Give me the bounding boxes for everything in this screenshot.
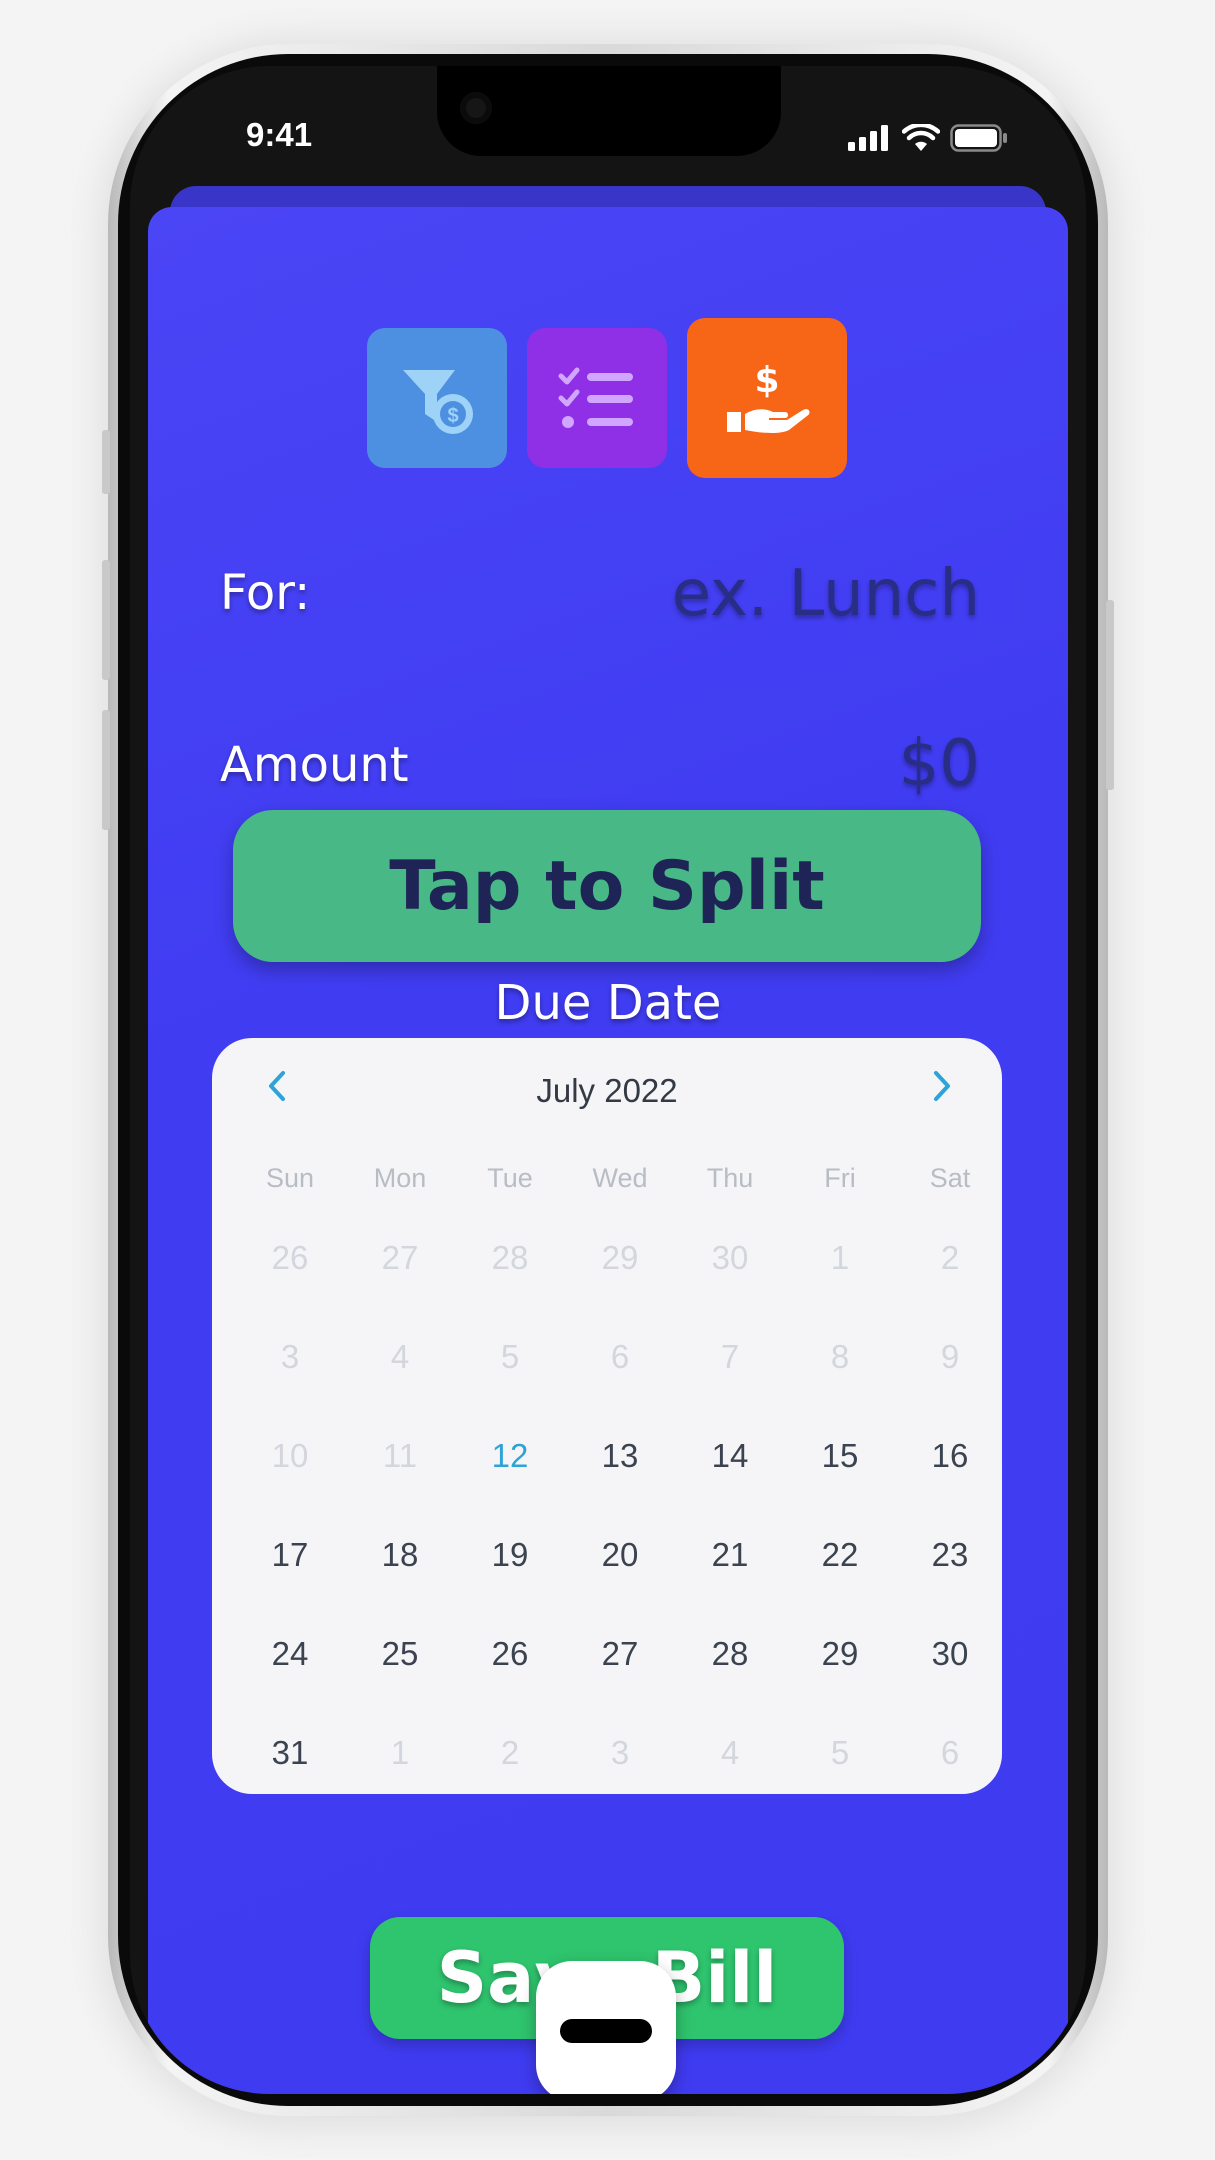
calendar-grid: Sun Mon Tue Wed Thu Fri Sat 26 27 28 29 30 1 2 3 4 5 6 7 8 9… (235, 1148, 1005, 1802)
calendar-day[interactable]: 10 (235, 1406, 345, 1505)
calendar-day[interactable]: 3 (235, 1307, 345, 1406)
hand-dollar-icon: $ (727, 360, 810, 433)
collapse-button[interactable] (536, 1961, 676, 2094)
amount-label: Amount (220, 737, 409, 793)
calendar-day[interactable]: 16 (895, 1406, 1005, 1505)
tab-pay[interactable]: $ (687, 318, 847, 478)
calendar-month-title: July 2022 (536, 1072, 678, 1109)
weekday-label: Sun (265, 1163, 315, 1193)
tab-checklist[interactable] (527, 328, 667, 468)
tab-filter-money[interactable]: $ (367, 328, 507, 468)
calendar-day[interactable]: 8 (785, 1307, 895, 1406)
for-input[interactable]: ex. Lunch (672, 557, 980, 631)
cellular-signal-icon (848, 125, 888, 151)
camera-icon (460, 92, 492, 124)
phone-screen: 9:41 $ $ For: ex. Lunch Amount $0 Tap to… (130, 66, 1086, 2094)
calendar-day[interactable]: 26 (235, 1208, 345, 1307)
calendar-day[interactable]: 4 (345, 1307, 455, 1406)
bill-form-screen: $ $ For: ex. Lunch Amount $0 Tap to Spli… (148, 207, 1068, 2094)
calendar-day[interactable]: 6 (565, 1307, 675, 1406)
calendar-day[interactable]: 17 (235, 1505, 345, 1604)
calendar-day[interactable]: 3 (565, 1703, 675, 1802)
calendar-day[interactable]: 29 (785, 1604, 895, 1703)
calendar-day[interactable]: 27 (345, 1208, 455, 1307)
due-date-calendar: July 2022 Sun Mon Tue Wed Thu Fri Sat 26 27 28 29 3… (212, 1038, 1002, 1794)
power-button (1106, 600, 1114, 790)
silent-switch (102, 430, 110, 494)
calendar-day[interactable]: 6 (895, 1703, 1005, 1802)
weekday-label: Mon (373, 1163, 427, 1193)
minus-icon (560, 2019, 652, 2043)
filter-money-icon: $ (403, 370, 473, 434)
checklist-icon (558, 367, 633, 428)
calendar-day[interactable]: 2 (895, 1208, 1005, 1307)
calendar-day[interactable]: 12 (455, 1406, 565, 1505)
status-time: 9:41 (246, 116, 313, 153)
weekday-label: Thu (706, 1163, 754, 1193)
calendar-day[interactable]: 1 (345, 1703, 455, 1802)
weekday-label: Tue (487, 1163, 533, 1193)
chevron-right-icon (934, 1071, 950, 1101)
calendar-day[interactable]: 13 (565, 1406, 675, 1505)
svg-text:$: $ (754, 360, 779, 401)
calendar-day[interactable]: 4 (675, 1703, 785, 1802)
for-label: For: (220, 565, 311, 621)
calendar-day[interactable]: 14 (675, 1406, 785, 1505)
svg-text:$: $ (447, 405, 458, 427)
calendar-day[interactable]: 2 (455, 1703, 565, 1802)
battery-icon (950, 124, 1007, 152)
next-month-button[interactable] (922, 1066, 962, 1106)
calendar-day[interactable]: 23 (895, 1505, 1005, 1604)
calendar-day[interactable]: 15 (785, 1406, 895, 1505)
calendar-day[interactable]: 7 (675, 1307, 785, 1406)
calendar-day[interactable]: 21 (675, 1505, 785, 1604)
calendar-day[interactable]: 28 (455, 1208, 565, 1307)
calendar-day[interactable]: 9 (895, 1307, 1005, 1406)
weekday-label: Fri (824, 1163, 856, 1193)
volume-up-button (102, 560, 110, 680)
calendar-day[interactable]: 24 (235, 1604, 345, 1703)
calendar-day[interactable]: 19 (455, 1505, 565, 1604)
weekday-label: Wed (592, 1163, 648, 1193)
calendar-day[interactable]: 30 (675, 1208, 785, 1307)
calendar-day[interactable]: 29 (565, 1208, 675, 1307)
calendar-day[interactable]: 18 (345, 1505, 455, 1604)
calendar-day[interactable]: 30 (895, 1604, 1005, 1703)
tap-to-split-button[interactable]: Tap to Split (233, 810, 981, 962)
calendar-day[interactable]: 22 (785, 1505, 895, 1604)
calendar-day[interactable]: 20 (565, 1505, 675, 1604)
volume-down-button (102, 710, 110, 830)
calendar-day[interactable]: 1 (785, 1208, 895, 1307)
calendar-day[interactable]: 5 (455, 1307, 565, 1406)
amount-input[interactable]: $0 (899, 727, 980, 801)
wifi-icon (902, 124, 940, 151)
calendar-day[interactable]: 28 (675, 1604, 785, 1703)
calendar-day[interactable]: 31 (235, 1703, 345, 1802)
weekday-label: Sat (929, 1163, 971, 1193)
calendar-day[interactable]: 11 (345, 1406, 455, 1505)
calendar-day[interactable]: 26 (455, 1604, 565, 1703)
calendar-day[interactable]: 27 (565, 1604, 675, 1703)
due-date-label: Due Date (494, 975, 722, 1031)
calendar-day[interactable]: 5 (785, 1703, 895, 1802)
calendar-day[interactable]: 25 (345, 1604, 455, 1703)
status-icons (848, 124, 1008, 152)
